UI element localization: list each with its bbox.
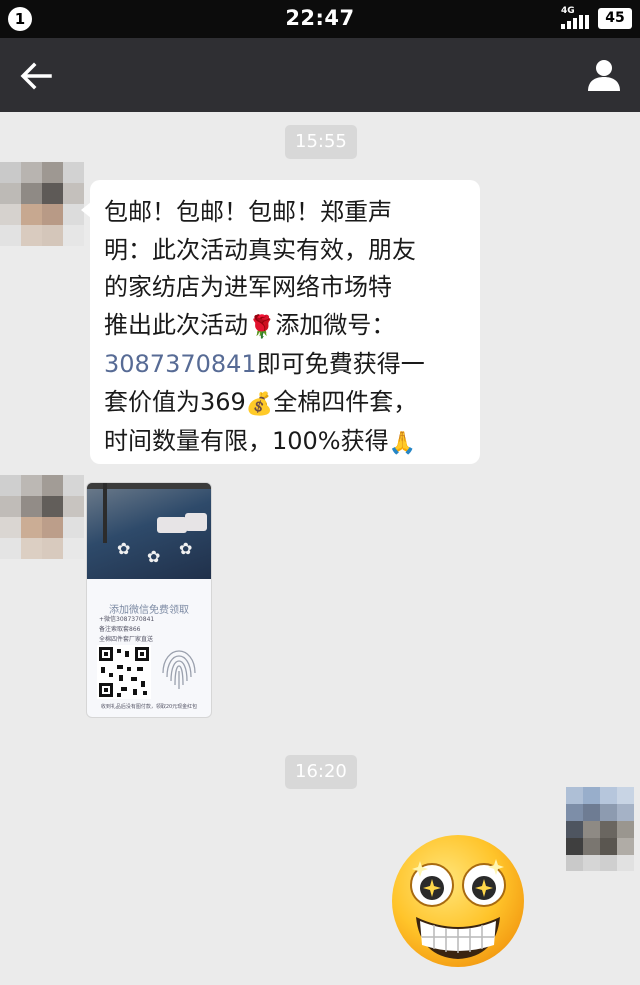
message-line: 时间数量有限，100%获得🙏 — [104, 423, 466, 463]
avatar[interactable] — [0, 475, 84, 559]
image-message[interactable]: ✿ ✿ ✿ 添加微信免费领取 +微信3087370841 备注索取套866 全棉… — [86, 482, 212, 718]
message-text: 添加微号： — [275, 310, 396, 339]
chat-header — [0, 38, 640, 112]
status-bar: 1 22:47 4G 45 — [0, 0, 640, 38]
battery-icon: 45 — [598, 8, 632, 29]
signal-icon — [561, 15, 591, 29]
message-text: 推出此次活动 — [104, 310, 248, 339]
card-row: +微信3087370841 — [99, 616, 155, 623]
flower-icon: ✿ — [179, 539, 193, 558]
message-line: 推出此次活动🌹添加微号： — [104, 307, 466, 347]
message-text: 时间数量有限，100%获得 — [104, 427, 389, 455]
fingerprint-icon — [155, 643, 203, 695]
message-bubble[interactable]: 包邮！包邮！包邮！郑重声 明：此次活动真实有效，朋友 的家纺店为进军网络市场特 … — [81, 180, 480, 464]
bedding-photo: ✿ ✿ ✿ — [87, 483, 211, 579]
pray-hands-icon: 🙏 — [388, 431, 417, 456]
pillow — [157, 517, 187, 533]
card-footer: 收到礼品后没有图付款，领取20元现金红包 — [100, 704, 198, 710]
card-row: 备注索取套866 — [99, 626, 141, 633]
starry-eyed-grin-icon[interactable] — [390, 833, 526, 969]
back-arrow-icon[interactable] — [16, 56, 56, 96]
bed-post — [103, 483, 107, 543]
message-text: 全棉四件套， — [273, 387, 418, 416]
avatar[interactable] — [0, 162, 84, 246]
person-icon[interactable] — [584, 55, 624, 95]
status-time: 22:47 — [285, 6, 355, 30]
timestamp-chip: 16:20 — [285, 755, 357, 789]
message-line: 明：此次活动真实有效，朋友 — [104, 235, 416, 264]
message-text: 即可免費获得一 — [256, 350, 425, 378]
pillow — [185, 513, 207, 531]
chat-title-blurred — [100, 58, 240, 92]
rose-icon: 🌹 — [248, 314, 276, 340]
card-row: 全棉四件套厂家直送 — [99, 636, 154, 643]
timestamp-chip: 15:55 — [285, 125, 357, 159]
phone-number-link[interactable]: 3087370841 — [104, 350, 257, 378]
qr-code — [97, 645, 151, 699]
avatar[interactable] — [566, 787, 634, 871]
message-line: 的家纺店为进军网络市场特 — [104, 273, 392, 301]
money-bag-icon: 💰 — [245, 391, 274, 417]
flower-icon: ✿ — [117, 539, 131, 558]
message-line: 包邮！包邮！包邮！郑重声 — [104, 198, 392, 226]
flower-icon: ✿ — [147, 547, 161, 566]
message-text: 套价值为369 — [104, 387, 246, 416]
message-line: 套价值为369💰全棉四件套， — [104, 384, 466, 424]
message-line: 3087370841即可免費获得一 — [104, 346, 466, 384]
